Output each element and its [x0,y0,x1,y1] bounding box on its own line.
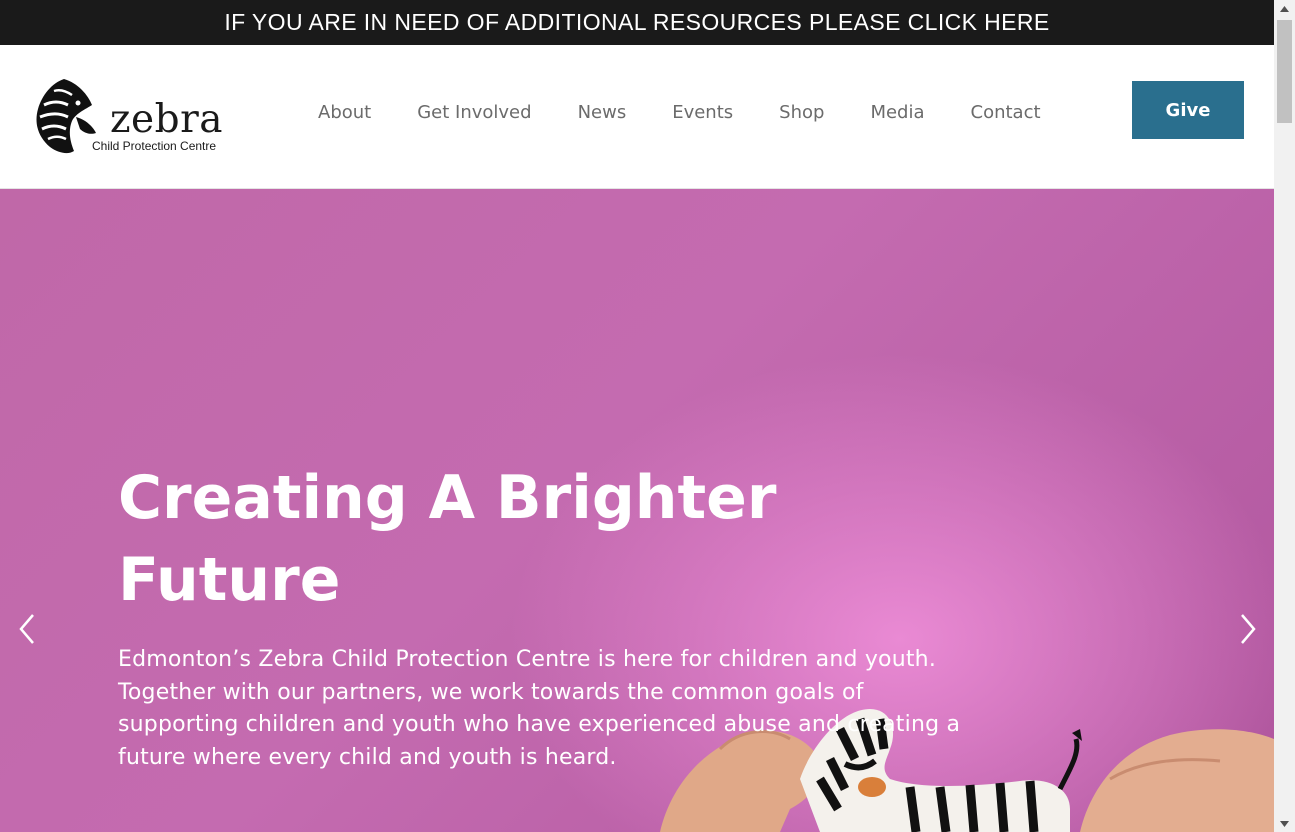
hero-slider: Creating A Brighter Future Edmonton’s Ze… [0,189,1274,832]
chevron-left-icon [19,614,34,644]
slider-next-button[interactable] [1236,611,1260,647]
nav-item-about[interactable]: About [318,102,371,123]
hero-description: Edmonton’s Zebra Child Protection Centre… [118,647,961,770]
site-header: zebra Child Protection Centre About Get … [0,45,1274,189]
triangle-up-icon [1280,5,1289,12]
resources-banner-link[interactable]: IF YOU ARE IN NEED OF ADDITIONAL RESOURC… [0,0,1274,45]
hero-title: Creating A Brighter Future [118,463,777,615]
slider-prev-button[interactable] [15,611,39,647]
nav-item-media[interactable]: Media [870,102,924,123]
resources-banner-text: IF YOU ARE IN NEED OF ADDITIONAL RESOURC… [224,9,1050,35]
logo-wordmark: zebra [110,97,223,142]
scrollbar-thumb[interactable] [1277,20,1292,123]
triangle-down-icon [1280,820,1289,827]
chevron-right-icon [1241,614,1256,644]
main-nav: About Get Involved News Events Shop Medi… [318,99,1041,125]
scroll-down-button[interactable] [1274,815,1295,832]
nav-item-news[interactable]: News [578,102,627,123]
page-scrollbar[interactable] [1274,0,1295,832]
nav-item-events[interactable]: Events [672,102,733,123]
nav-item-get-involved[interactable]: Get Involved [417,102,531,123]
logo-subtitle: Child Protection Centre [92,139,217,153]
nav-item-contact[interactable]: Contact [971,102,1041,123]
nav-item-shop[interactable]: Shop [779,102,824,123]
give-button[interactable]: Give [1132,81,1244,139]
scroll-up-button[interactable] [1274,0,1295,17]
zebra-logo[interactable]: zebra Child Protection Centre [30,75,235,157]
